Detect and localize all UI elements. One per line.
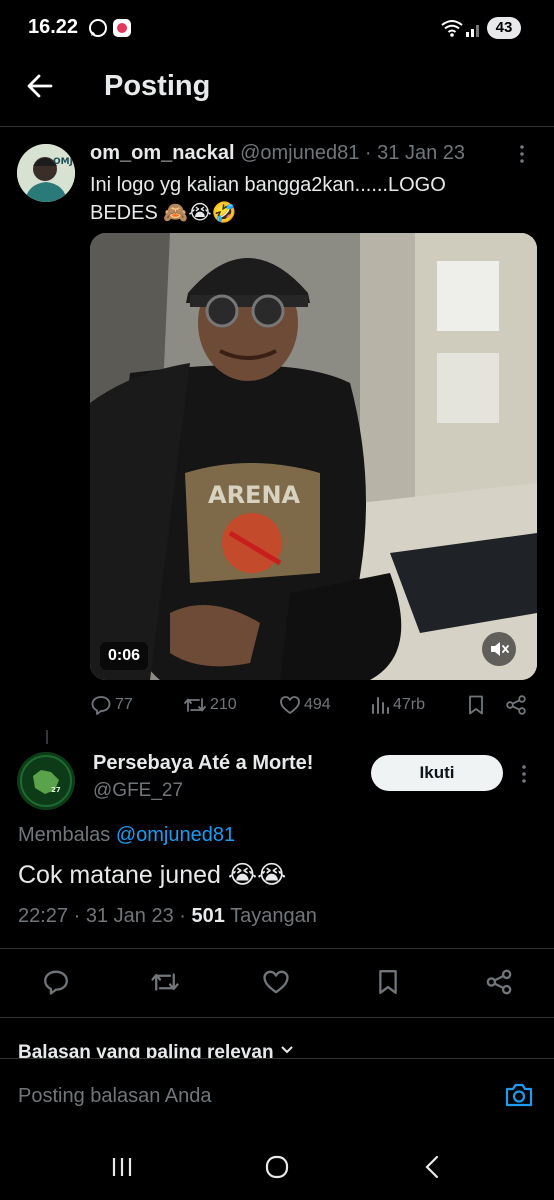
reply-views: 501 <box>191 905 225 927</box>
post-date: 31 Jan 23 <box>377 142 466 164</box>
reply-handle[interactable]: @GFE_27 <box>93 780 183 802</box>
like-count: 494 <box>304 696 331 713</box>
wifi-icon <box>440 18 464 38</box>
back-arrow-icon[interactable] <box>26 72 54 100</box>
more-options-icon[interactable] <box>518 144 526 164</box>
share-icon <box>486 969 512 995</box>
home-icon[interactable] <box>264 1155 290 1179</box>
repost-button[interactable] <box>150 968 180 996</box>
signal-icon <box>465 20 483 38</box>
replying-to: Membalas @omjuned81 <box>18 824 235 847</box>
like-action[interactable]: 494 <box>279 694 331 716</box>
reply-meta: 22:27 · 31 Jan 23 · 501 Tayangan <box>18 905 317 928</box>
status-time: 16.22 <box>28 16 79 38</box>
share-icon <box>506 695 526 715</box>
chevron-down-icon <box>280 1046 293 1054</box>
share-button[interactable] <box>485 968 513 996</box>
bookmark-action[interactable] <box>466 694 486 716</box>
heart-icon <box>263 970 289 994</box>
view-count: 47rb <box>393 696 426 713</box>
divider <box>0 948 554 949</box>
mute-button[interactable] <box>482 632 516 666</box>
repost-icon <box>184 698 206 712</box>
battery-indicator: 43 <box>487 17 521 39</box>
camera-icon[interactable] <box>504 1081 534 1109</box>
reply-views-label: Tayangan <box>230 905 317 927</box>
handle[interactable]: @omjuned81 <box>240 142 359 164</box>
back-icon[interactable] <box>422 1155 442 1179</box>
reply-avatar[interactable]: 27 <box>17 752 75 810</box>
reply-icon <box>91 696 111 715</box>
separator-dot: · <box>364 142 372 164</box>
follow-button[interactable]: Ikuti <box>371 755 503 791</box>
notification-app-icon <box>112 18 132 38</box>
separator-dot: · <box>73 905 81 927</box>
sort-replies-dropdown[interactable]: Balasan yang paling relevan <box>18 1042 294 1058</box>
reply-date: 31 Jan 23 <box>85 905 174 927</box>
reply-action[interactable]: 77 <box>90 694 133 716</box>
separator-dot: · <box>179 905 186 927</box>
reply-icon <box>44 970 68 995</box>
divider <box>0 126 554 127</box>
bookmark-icon <box>469 695 483 715</box>
divider <box>0 1017 554 1018</box>
views-action[interactable]: 47rb <box>370 694 425 716</box>
whatsapp-icon <box>88 18 108 38</box>
speaker-muted-icon <box>491 642 509 656</box>
svg-text:OMJ: OMJ <box>53 157 73 167</box>
page-title: Posting <box>104 70 211 102</box>
heart-icon <box>280 696 300 714</box>
post-text: Ini logo yg kalian bangga2kan......LOGO … <box>90 174 446 224</box>
post-header: om_om_nackal @omjuned81 · 31 Jan 23 <box>90 142 465 165</box>
repost-count: 210 <box>210 696 237 713</box>
avatar[interactable]: OMJ <box>17 144 75 202</box>
reply-time: 22:27 <box>18 905 69 927</box>
repost-icon <box>151 973 179 991</box>
display-name[interactable]: om_om_nackal <box>90 142 235 164</box>
analytics-icon <box>372 697 389 714</box>
video-duration: 0:06 <box>100 642 149 670</box>
reply-input[interactable] <box>18 1085 458 1108</box>
video-player[interactable]: ARENA <box>90 233 537 680</box>
sort-label: Balasan yang paling relevan <box>18 1042 274 1058</box>
reply-display-name[interactable]: Persebaya Até a Morte! <box>93 752 313 775</box>
repost-action[interactable]: 210 <box>183 694 237 716</box>
recent-apps-icon[interactable] <box>110 1155 134 1179</box>
reply-count: 77 <box>115 696 133 713</box>
share-action[interactable] <box>505 694 527 716</box>
thread-connector <box>46 730 48 744</box>
svg-text:ARENA: ARENA <box>208 481 301 509</box>
bookmark-icon <box>379 970 397 994</box>
reply-text: Cok matane juned 😭😭 <box>18 861 287 889</box>
like-button[interactable] <box>262 968 290 996</box>
mention-link[interactable]: @omjuned81 <box>116 824 235 846</box>
reply-button[interactable] <box>42 968 70 996</box>
reply-more-options-icon[interactable] <box>520 764 528 784</box>
svg-text:27: 27 <box>51 786 61 794</box>
bookmark-button[interactable] <box>375 968 401 996</box>
replying-to-prefix: Membalas <box>18 824 111 846</box>
